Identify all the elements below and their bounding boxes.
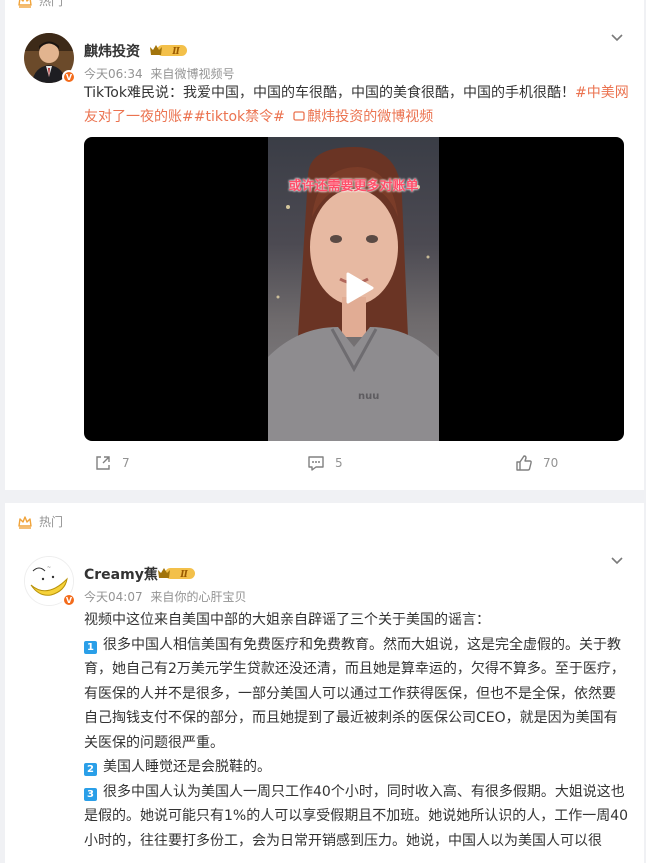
post-time[interactable]: 今天04:07 [84,590,143,604]
list-item-text: 很多中国人相信美国有免费医疗和免费教育。然而大姐说，这是完全虚假的。关于教育，她… [84,636,625,751]
post-intro: 视频中这位来自美国中部的大姐亲自辟谣了三个关于美国的谣言： [84,612,490,628]
svg-text:nuu: nuu [358,391,379,402]
video-link[interactable]: 麒炜投资的微博视频 [293,109,433,125]
list-item: 2 美国人睡觉还是会脱鞋的。 [84,755,629,780]
share-count: 7 [122,456,130,470]
source-prefix: 来自 [150,590,175,604]
video-link-text: 麒炜投资的微博视频 [307,109,434,125]
hot-icon [17,514,33,530]
number-badge-2: 2 [84,763,97,776]
verified-badge-icon: V [62,70,76,84]
source-prefix: 来自 [150,67,175,81]
svg-text:~: ~ [47,565,51,571]
username[interactable]: 麒炜投资 [84,41,140,61]
action-bar: 7 5 70 [5,454,644,478]
topic-link[interactable]: #tiktok禁令# [194,109,285,125]
post-meta: 今天04:07 来自你的心肝宝贝 [84,588,250,605]
post-card-1: 热门 V 麒炜投资 Ⅱ 今天06:34 来自微博视频号 TikTok难民说：我爱… [5,0,644,490]
number-badge-1: 1 [84,640,97,654]
comment-count: 5 [335,456,343,470]
video-frame: nuu 或许还需要更多对账单 [268,137,439,441]
number-badge-3: 3 [84,787,97,801]
like-icon [516,455,532,471]
list-item-text: 很多中国人认为美国人一周只工作40个小时，同时收入高、有很多假期。大姐说这也是假… [84,783,629,849]
hot-label-text: 热门 [39,0,64,8]
list-item: 3 很多中国人认为美国人一周只工作40个小时，同时收入高、有很多假期。大姐说这也是… [84,780,629,854]
share-icon [96,456,110,470]
chevron-down-icon[interactable] [609,29,625,45]
source-name[interactable]: 微博视频号 [174,67,234,81]
verified-badge-icon: V [62,593,76,607]
source-name[interactable]: 你的心肝宝贝 [174,590,246,604]
video-player[interactable]: nuu 或许还需要更多对账单 [84,137,624,441]
post-text: 视频中这位来自美国中部的大姐亲自辟谣了三个关于美国的谣言： 1 很多中国人相信美国… [84,608,629,853]
post-text: TikTok难民说：我爱中国，中国的车很酷，中国的美食很酷，中国的手机很酷！#中… [84,81,629,129]
list-item-text: 美国人睡觉还是会脱鞋的。 [103,759,271,775]
hot-label: 热门 [17,513,63,530]
comment-button[interactable]: 5 [307,454,343,472]
hot-label-text: 热门 [39,515,64,529]
level-badge-icon: Ⅱ [149,43,189,58]
chevron-down-icon[interactable] [609,552,625,568]
hot-icon [17,0,33,9]
level-badge-icon: Ⅱ [157,566,197,581]
like-count: 70 [543,456,559,470]
list-item: 1 很多中国人相信美国有免费医疗和免费教育。然而大姐说，这是完全虚假的。关于教育，… [84,633,629,756]
video-caption: 或许还需要更多对账单 [288,179,419,194]
share-button[interactable]: 7 [94,454,130,472]
post-meta: 今天06:34 来自微博视频号 [84,65,238,82]
level-text: Ⅱ [179,570,188,580]
post-text-body: TikTok难民说：我爱中国，中国的车很酷，中国的美食很酷，中国的手机很酷！ [84,85,575,101]
post-card-2: 热门 ~ V Creamy蕉 Ⅱ 今天04:07 来自你的心肝宝贝 视频中这位来… [5,503,644,863]
username[interactable]: Creamy蕉 [84,564,158,584]
post-time[interactable]: 今天06:34 [84,67,143,81]
hot-label: 热门 [17,0,63,9]
play-icon[interactable] [340,270,376,306]
video-link-icon [293,111,305,121]
like-button[interactable]: 70 [515,454,558,472]
comment-icon [308,456,324,471]
level-text: Ⅱ [171,47,180,57]
